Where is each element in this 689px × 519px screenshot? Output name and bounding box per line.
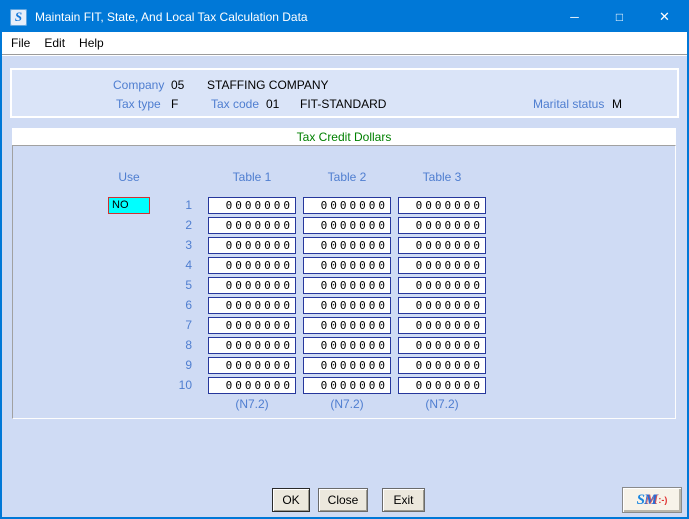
row-number: 1 bbox=[161, 198, 201, 212]
table1-row8-field[interactable]: 0000000 bbox=[208, 337, 296, 354]
window-controls: ─ □ ✕ bbox=[552, 2, 687, 32]
menu-file[interactable]: File bbox=[4, 32, 37, 54]
table3-row7-field[interactable]: 0000000 bbox=[398, 317, 486, 334]
table1-row3-field[interactable]: 0000000 bbox=[208, 237, 296, 254]
table3-row6-field[interactable]: 0000000 bbox=[398, 297, 486, 314]
tax-code-label: Tax code bbox=[211, 97, 259, 111]
row-number: 3 bbox=[161, 238, 201, 252]
close-dialog-button[interactable]: Close bbox=[318, 488, 368, 512]
window-title: Maintain FIT, State, And Local Tax Calcu… bbox=[35, 10, 308, 24]
table2-row3-field[interactable]: 0000000 bbox=[303, 237, 391, 254]
table1-row4-field[interactable]: 0000000 bbox=[208, 257, 296, 274]
sm-logo-badge: SM :-) bbox=[622, 487, 682, 513]
row-number: 9 bbox=[161, 358, 201, 372]
marital-status-value: M bbox=[612, 97, 622, 111]
use-column-header: Use bbox=[108, 170, 150, 184]
table2-row1-field[interactable]: 0000000 bbox=[303, 197, 391, 214]
table1-column-header: Table 1 bbox=[208, 170, 296, 184]
smiley-icon: :-) bbox=[658, 495, 667, 505]
company-label: Company bbox=[113, 78, 164, 92]
table1-row7-field[interactable]: 0000000 bbox=[208, 317, 296, 334]
table1-row5-field[interactable]: 0000000 bbox=[208, 277, 296, 294]
table2-row6-field[interactable]: 0000000 bbox=[303, 297, 391, 314]
table-rows-grid: 1 0000000 0000000 0000000 2 0000000 0000000 000… bbox=[161, 195, 486, 395]
table2-row10-field[interactable]: 0000000 bbox=[303, 377, 391, 394]
table2-row9-field[interactable]: 0000000 bbox=[303, 357, 391, 374]
row-number: 5 bbox=[161, 278, 201, 292]
table1-row10-field[interactable]: 0000000 bbox=[208, 377, 296, 394]
row-number: 2 bbox=[161, 218, 201, 232]
sm-logo-m: M bbox=[644, 492, 656, 508]
section-title: Tax Credit Dollars bbox=[297, 130, 392, 144]
close-icon: ✕ bbox=[659, 9, 670, 25]
section-title-strip: Tax Credit Dollars bbox=[12, 128, 676, 145]
row-number: 8 bbox=[161, 338, 201, 352]
minimize-button[interactable]: ─ bbox=[552, 2, 597, 32]
table3-row9-field[interactable]: 0000000 bbox=[398, 357, 486, 374]
row-number: 6 bbox=[161, 298, 201, 312]
app-icon: S bbox=[10, 9, 27, 26]
table2-row4-field[interactable]: 0000000 bbox=[303, 257, 391, 274]
table3-format-label: (N7.2) bbox=[398, 397, 486, 411]
sm-logo-text: SM bbox=[637, 492, 657, 509]
table3-row1-field[interactable]: 0000000 bbox=[398, 197, 486, 214]
table1-format-label: (N7.2) bbox=[208, 397, 296, 411]
maximize-button[interactable]: □ bbox=[597, 2, 642, 32]
close-button[interactable]: ✕ bbox=[642, 2, 687, 32]
ok-button[interactable]: OK bbox=[272, 488, 310, 512]
table3-row5-field[interactable]: 0000000 bbox=[398, 277, 486, 294]
sm-logo-s: S bbox=[637, 492, 644, 508]
row-number: 4 bbox=[161, 258, 201, 272]
company-name: STAFFING COMPANY bbox=[207, 78, 329, 92]
table2-row2-field[interactable]: 0000000 bbox=[303, 217, 391, 234]
minimize-icon: ─ bbox=[570, 10, 579, 24]
table2-row8-field[interactable]: 0000000 bbox=[303, 337, 391, 354]
table3-row10-field[interactable]: 0000000 bbox=[398, 377, 486, 394]
app-icon-letter: S bbox=[15, 9, 22, 25]
row-number: 10 bbox=[161, 378, 201, 392]
exit-button[interactable]: Exit bbox=[382, 488, 425, 512]
table3-row4-field[interactable]: 0000000 bbox=[398, 257, 486, 274]
table1-row2-field[interactable]: 0000000 bbox=[208, 217, 296, 234]
table2-row5-field[interactable]: 0000000 bbox=[303, 277, 391, 294]
table1-row9-field[interactable]: 0000000 bbox=[208, 357, 296, 374]
tax-code-name: FIT-STANDARD bbox=[300, 97, 386, 111]
use-field[interactable]: NO bbox=[108, 197, 150, 214]
app-window: S Maintain FIT, State, And Local Tax Cal… bbox=[0, 0, 689, 519]
row-number: 7 bbox=[161, 318, 201, 332]
table2-row7-field[interactable]: 0000000 bbox=[303, 317, 391, 334]
tax-type-label: Tax type bbox=[116, 97, 161, 111]
marital-status-label: Marital status bbox=[533, 97, 604, 111]
tax-credit-panel: Use NO Table 1 Table 2 Table 3 100000000… bbox=[12, 145, 676, 419]
record-header-panel: Company 05 STAFFING COMPANY Tax type F T… bbox=[10, 68, 679, 118]
table2-format-label: (N7.2) bbox=[303, 397, 391, 411]
tax-code-value: 01 bbox=[266, 97, 279, 111]
window-body: Company 05 STAFFING COMPANY Tax type F T… bbox=[2, 56, 687, 517]
menu-bar: File Edit Help bbox=[2, 32, 687, 54]
title-bar: S Maintain FIT, State, And Local Tax Cal… bbox=[2, 2, 687, 32]
menu-edit[interactable]: Edit bbox=[37, 32, 72, 54]
table2-column-header: Table 2 bbox=[303, 170, 391, 184]
menu-help[interactable]: Help bbox=[72, 32, 111, 54]
tax-type-value: F bbox=[171, 97, 178, 111]
table3-row3-field[interactable]: 0000000 bbox=[398, 237, 486, 254]
table3-column-header: Table 3 bbox=[398, 170, 486, 184]
company-value: 05 bbox=[171, 78, 184, 92]
table1-row1-field[interactable]: 0000000 bbox=[208, 197, 296, 214]
maximize-icon: □ bbox=[616, 10, 623, 24]
table3-row2-field[interactable]: 0000000 bbox=[398, 217, 486, 234]
table3-row8-field[interactable]: 0000000 bbox=[398, 337, 486, 354]
table1-row6-field[interactable]: 0000000 bbox=[208, 297, 296, 314]
